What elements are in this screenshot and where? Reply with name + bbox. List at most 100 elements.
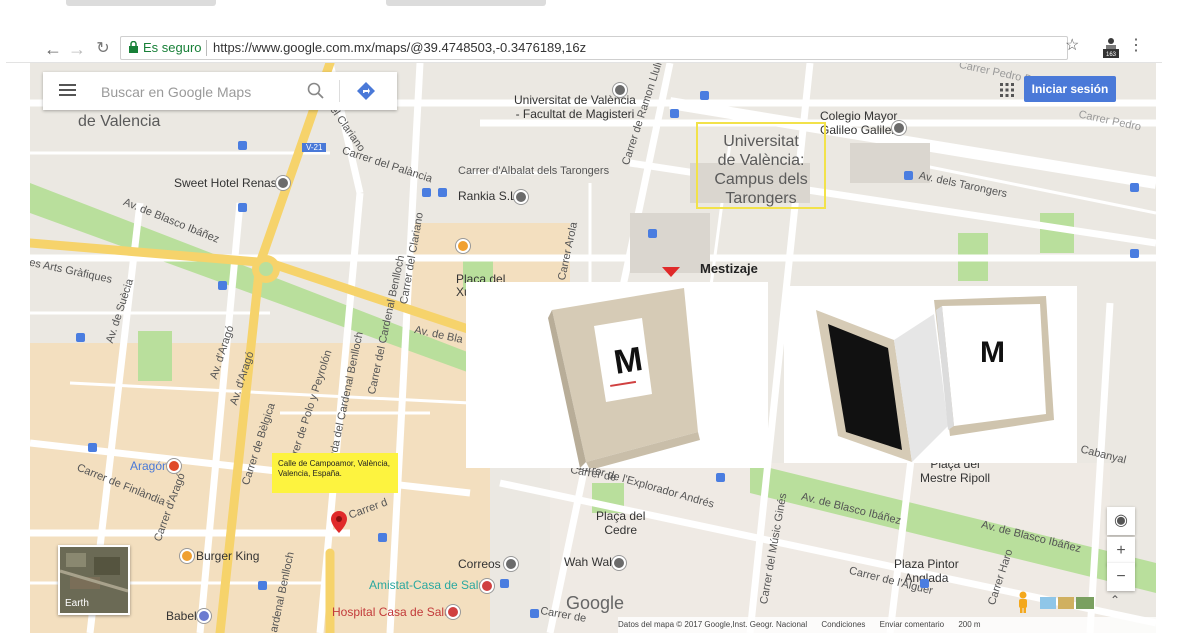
open-box-image: M bbox=[816, 296, 1054, 462]
place-label-amistat[interactable]: Amistat-Casa de Salud bbox=[369, 578, 492, 592]
bus-stop-icon[interactable] bbox=[258, 581, 267, 590]
bus-stop-icon[interactable] bbox=[76, 333, 85, 342]
menu-dots-icon[interactable]: ⋮ bbox=[1128, 38, 1144, 54]
earth-view-toggle[interactable]: Earth bbox=[58, 545, 130, 615]
bus-stop-icon[interactable] bbox=[920, 579, 929, 588]
bus-stop-icon[interactable] bbox=[648, 229, 657, 238]
bus-stop-icon[interactable] bbox=[438, 188, 447, 197]
place-label-babel[interactable]: Babel bbox=[166, 609, 197, 623]
restaurant-icon[interactable] bbox=[180, 549, 194, 563]
forward-arrow-icon[interactable]: → bbox=[66, 38, 88, 60]
pegman-icon[interactable] bbox=[1016, 591, 1030, 613]
place-label-sweet-hotel[interactable]: Sweet Hotel Renasa bbox=[174, 176, 283, 190]
bus-stop-icon[interactable] bbox=[422, 188, 431, 197]
business-icon[interactable] bbox=[514, 190, 528, 204]
university-icon[interactable] bbox=[613, 83, 627, 97]
playground-icon[interactable] bbox=[456, 239, 470, 253]
apps-grid-icon[interactable] bbox=[1000, 83, 1014, 97]
place-label-line: Galileo Galilei bbox=[820, 123, 895, 137]
bus-stop-icon[interactable] bbox=[378, 533, 387, 542]
closed-box-image: M bbox=[548, 288, 700, 470]
conditions-link[interactable]: Condiciones bbox=[821, 620, 865, 629]
search-icon[interactable] bbox=[307, 82, 325, 100]
map-canvas[interactable]: de Valencia Universitat de València - Fa… bbox=[30, 63, 1156, 633]
place-label-rankia[interactable]: Rankia S.L bbox=[458, 189, 517, 203]
place-label-colegio[interactable]: Colegio Mayor Galileo Galilei bbox=[820, 109, 897, 137]
zoom-out-button[interactable]: − bbox=[1107, 563, 1135, 591]
tab[interactable] bbox=[66, 0, 216, 6]
chevron-up-icon[interactable]: ⌃ bbox=[1110, 593, 1120, 607]
place-label-line: - Facultat de Magisteri bbox=[515, 107, 635, 121]
shop-icon[interactable] bbox=[197, 609, 211, 623]
divider bbox=[339, 80, 340, 102]
tab-strip bbox=[6, 0, 1162, 12]
marker-triangle-icon[interactable] bbox=[662, 267, 680, 277]
star-icon[interactable]: ☆ bbox=[1065, 38, 1079, 54]
map-attribution: Datos del mapa © 2017 Google,Inst. Geogr… bbox=[618, 620, 808, 629]
bus-stop-icon[interactable] bbox=[238, 141, 247, 150]
search-input[interactable] bbox=[99, 80, 303, 104]
place-label-line: Mestre Ripoll bbox=[920, 471, 991, 485]
campus-highlight-box: Universitat de València: Campus dels Tar… bbox=[696, 122, 826, 209]
zoom-in-button[interactable]: + bbox=[1107, 537, 1135, 565]
address-bar[interactable]: Es seguro https://www.google.com.mx/maps… bbox=[120, 36, 1068, 60]
mestizaje-label[interactable]: Mestizaje bbox=[700, 261, 758, 276]
extension-badge: 163 bbox=[1106, 52, 1117, 58]
box-logo-letter: M bbox=[611, 340, 645, 382]
url-text[interactable]: https://www.google.com.mx/maps/@39.47485… bbox=[213, 39, 586, 57]
open-logo-letter: M bbox=[980, 336, 1005, 369]
tab[interactable] bbox=[386, 0, 546, 6]
restaurant-icon[interactable] bbox=[612, 556, 626, 570]
place-label-wah-wah[interactable]: Wah Wah bbox=[564, 555, 616, 569]
hotel-icon[interactable] bbox=[276, 176, 290, 190]
menu-icon[interactable] bbox=[59, 84, 76, 97]
layers-thumbnails[interactable] bbox=[1040, 597, 1094, 609]
place-label-line: Colegio Mayor bbox=[820, 109, 898, 123]
university-icon[interactable] bbox=[892, 121, 906, 135]
street-label: Carrer d'Albalat dels Tarongers bbox=[458, 165, 610, 177]
place-label-correos[interactable]: Correos bbox=[458, 557, 501, 571]
hospital-icon[interactable] bbox=[446, 605, 460, 619]
bus-stop-icon[interactable] bbox=[700, 91, 709, 100]
place-label-line: Cedre bbox=[604, 523, 638, 537]
address-note: Calle de Campoamor, València, Valencia, … bbox=[272, 453, 398, 493]
place-label-aragon[interactable]: Aragón bbox=[130, 459, 169, 473]
place-label-hospital[interactable]: Hospital Casa de Salud bbox=[332, 605, 457, 619]
bus-stop-icon[interactable] bbox=[716, 473, 725, 482]
bus-stop-icon[interactable] bbox=[218, 281, 227, 290]
product-photo-open: M bbox=[784, 286, 1077, 463]
place-label-cedre[interactable]: Plaça del Cedre bbox=[596, 509, 645, 537]
sign-in-button[interactable]: Iniciar sesión bbox=[1024, 76, 1116, 102]
extension-icon[interactable]: 163 bbox=[1102, 36, 1120, 58]
search-box bbox=[43, 72, 397, 110]
bus-stop-icon[interactable] bbox=[88, 443, 97, 452]
location-pin-icon[interactable] bbox=[331, 511, 347, 533]
bus-stop-icon[interactable] bbox=[904, 171, 913, 180]
campus-label: Universitat de València: Campus dels Tar… bbox=[698, 132, 824, 208]
place-label-burger-king[interactable]: Burger King bbox=[196, 549, 259, 563]
my-location-button[interactable]: ◉ bbox=[1107, 507, 1135, 535]
reload-icon[interactable]: ↻ bbox=[92, 38, 114, 60]
directions-icon[interactable] bbox=[357, 82, 375, 100]
post-office-icon[interactable] bbox=[504, 557, 518, 571]
scale-label: 200 m bbox=[958, 620, 981, 629]
bus-stop-icon[interactable] bbox=[1130, 249, 1139, 258]
bus-stop-icon[interactable] bbox=[670, 109, 679, 118]
lock-icon bbox=[129, 41, 138, 53]
back-arrow-icon[interactable]: ← bbox=[42, 38, 64, 60]
bus-stop-icon[interactable] bbox=[530, 609, 539, 618]
divider bbox=[206, 40, 207, 56]
bus-stop-icon[interactable] bbox=[500, 579, 509, 588]
district-label: de Valencia bbox=[78, 113, 161, 130]
product-photo-box: M bbox=[466, 282, 768, 470]
metro-icon[interactable] bbox=[167, 459, 181, 473]
google-logo: Google bbox=[566, 593, 625, 613]
campus-label-line: Tarongers bbox=[725, 190, 797, 207]
feedback-link[interactable]: Enviar comentario bbox=[880, 620, 944, 629]
place-label-line: Plaza Pintor bbox=[894, 557, 959, 571]
place-label-line: Plaça del bbox=[596, 509, 646, 523]
bus-stop-icon[interactable] bbox=[238, 203, 247, 212]
bus-stop-icon[interactable] bbox=[1130, 183, 1139, 192]
hospital-icon[interactable] bbox=[480, 579, 494, 593]
place-label-facultat[interactable]: Universitat de València - Facultat de Ma… bbox=[514, 93, 636, 121]
